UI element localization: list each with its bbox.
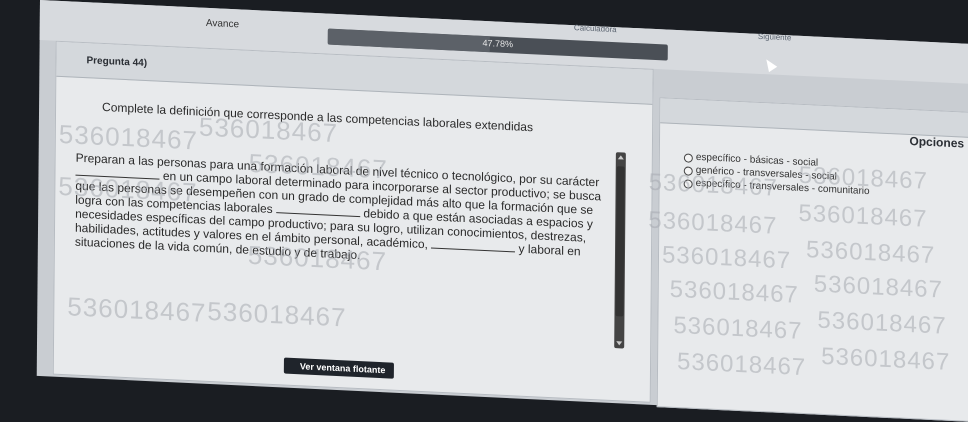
- options-panel: Opciones específico - básicas - social g…: [656, 97, 968, 422]
- next-button[interactable]: Siguiente: [758, 32, 791, 43]
- blank-3: [431, 238, 516, 253]
- scroll-up-icon[interactable]: [617, 155, 624, 160]
- question-scrollbar[interactable]: [614, 152, 626, 349]
- scroll-down-icon[interactable]: [616, 341, 623, 346]
- blank-2: [276, 203, 361, 218]
- radio-icon[interactable]: [683, 166, 693, 176]
- options-list: específico - básicas - social genérico -…: [683, 151, 968, 204]
- options-title: Opciones: [909, 133, 965, 151]
- question-body: Preparan a las personas para una formaci…: [75, 151, 616, 274]
- calculator-button[interactable]: Calculadora: [574, 23, 617, 34]
- options-header: [660, 98, 968, 139]
- exam-screen: Calculadora Siguiente Avance 47.78% Preg…: [36, 0, 968, 422]
- question-panel: Pregunta 44) Complete la definición que …: [52, 40, 654, 403]
- scrollbar-thumb[interactable]: [615, 166, 625, 317]
- mouse-cursor-icon: [762, 56, 778, 73]
- question-prompt: Complete la definición que corresponde a…: [102, 99, 534, 135]
- radio-icon[interactable]: [683, 179, 693, 189]
- progress-label: Avance: [205, 17, 240, 31]
- blank-1: [75, 165, 160, 180]
- radio-icon[interactable]: [683, 153, 693, 163]
- floating-window-button[interactable]: Ver ventana flotante: [283, 357, 394, 379]
- question-title: Pregunta 44): [86, 55, 148, 70]
